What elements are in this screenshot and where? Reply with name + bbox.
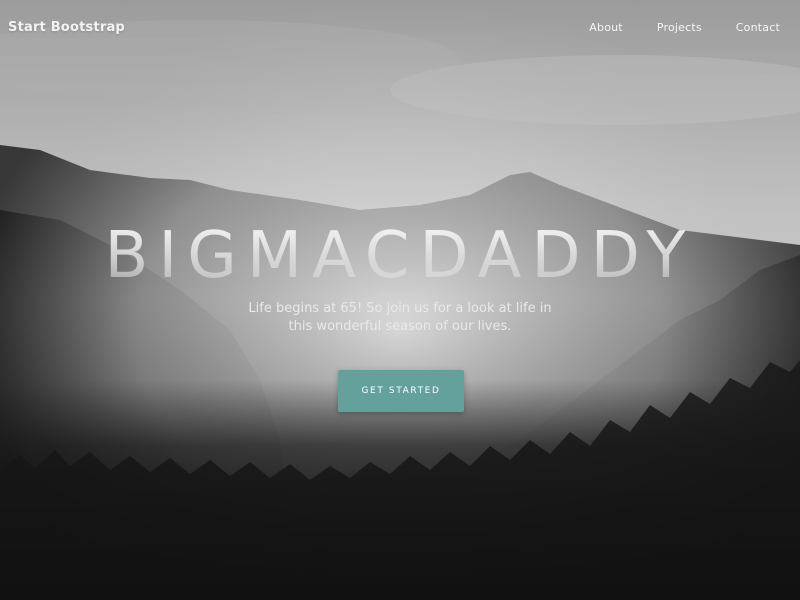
masthead: BIGMACDADDY Life begins at 65! So join u… — [0, 0, 800, 600]
brand-link[interactable]: Start Bootstrap — [8, 20, 125, 35]
tagline-line-2: this wonderful season of our lives. — [288, 319, 512, 334]
navbar: Start Bootstrap About Projects Contact — [0, 0, 800, 54]
tagline: Life begins at 65! So join us for a look… — [200, 300, 600, 336]
tagline-line-1: Life begins at 65! So join us for a look… — [248, 301, 552, 316]
get-started-button[interactable]: GET STARTED — [338, 370, 464, 412]
site-title: BIGMACDADDY — [0, 217, 800, 295]
nav-link-contact[interactable]: Contact — [710, 21, 788, 34]
nav-link-about[interactable]: About — [589, 21, 631, 34]
nav-links: About Projects Contact — [589, 21, 788, 34]
nav-link-projects[interactable]: Projects — [631, 21, 710, 34]
page: Start Bootstrap About Projects Contact B… — [0, 0, 800, 600]
